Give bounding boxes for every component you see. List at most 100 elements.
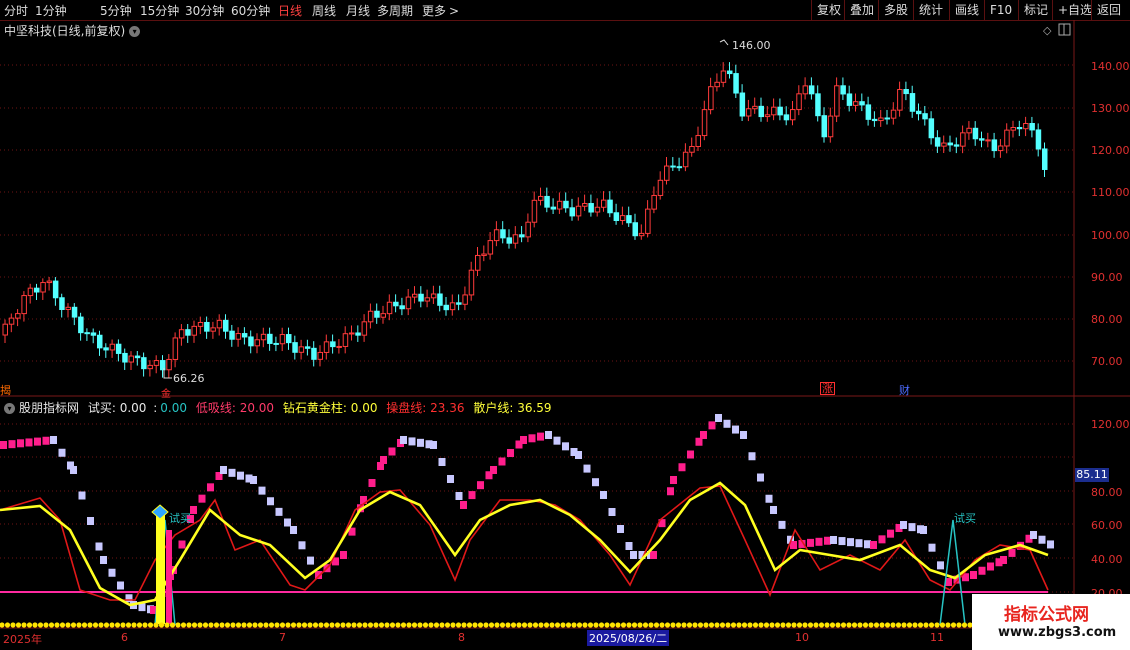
period-tab-5min[interactable]: 5分钟 [100,2,132,19]
period-tab-60min[interactable]: 60分钟 [231,2,270,19]
volume-dot [472,622,478,628]
volume-dot [208,622,214,628]
candlestick [985,139,991,142]
period-tab-1min[interactable]: 1分钟 [35,2,67,19]
trend-block [108,568,116,577]
event-marker-limit-up[interactable]: 涨 [820,382,835,395]
volume-dot [450,622,456,628]
trend-block [945,578,952,586]
event-marker-reveal[interactable]: 揭 [0,382,11,398]
trend-block [520,436,527,444]
period-tab-intraday[interactable]: 分时 [4,2,28,19]
candlestick [972,127,979,140]
volume-dot [125,622,132,628]
overlay-button[interactable]: 叠加 [844,0,879,20]
trend-block [715,414,722,422]
event-marker-gold[interactable]: 金 [161,385,171,400]
candlestick [695,135,701,148]
trend-block [340,551,347,559]
volume-dot [818,622,825,628]
volume-dot [510,622,517,628]
volume-dot [923,622,929,628]
volume-dot [906,622,913,628]
price-tick: 100.00 [1091,229,1130,242]
chevron-down-icon[interactable]: ▾ [129,26,141,37]
candlestick [412,293,418,298]
volume-dot [92,622,99,628]
trend-block [498,457,506,466]
candlestick [210,327,216,332]
trend-block [290,526,297,534]
statistics-button[interactable]: 统计 [913,0,948,20]
candlestick [90,332,97,336]
event-marker-finance[interactable]: 财 [899,382,910,398]
indicator-name[interactable]: 股朋指标网 [19,401,79,415]
trend-block [928,543,936,552]
candlestick [619,215,626,221]
trend-block [815,537,823,546]
volume-dot [373,622,379,628]
candlestick [834,85,840,117]
candlestick [1010,127,1016,131]
price-tick: 130.00 [1091,102,1130,115]
trend-block [1047,540,1054,549]
candlestick [374,310,380,318]
multi-stock-button[interactable]: 多股 [878,0,913,20]
period-tab-30min[interactable]: 30分钟 [185,2,224,19]
trend-block [937,561,944,570]
indicator-field-label: 钻石黄金柱: [282,401,351,415]
volume-dot [868,622,874,628]
watermark-url: www.zbgs3.com [998,625,1117,640]
trend-block [170,566,177,574]
candlestick [607,199,613,214]
volume-dot [411,622,418,628]
trend-block [315,571,322,579]
candlestick [393,301,399,307]
trend-block [438,458,446,466]
chart-canvas[interactable]: ◇ 146.00 66.26 [0,0,1130,650]
period-tab-daily[interactable]: 日线 [278,2,302,19]
period-tab-monthly[interactable]: 月线 [346,2,370,19]
volume-dot [169,622,176,628]
volume-dot [780,622,786,628]
trend-block [515,440,523,449]
volume-dot [791,622,797,628]
date-tick: 8 [458,631,465,644]
trend-block [1017,541,1024,550]
candlestick [682,151,689,168]
draw-line-button[interactable]: 画线 [949,0,984,20]
volume-dot [961,622,968,628]
mark-button[interactable]: 标记 [1018,0,1053,20]
candlestick [443,304,449,311]
f10-button[interactable]: F10 [984,0,1017,20]
candlestick [52,280,59,299]
back-button[interactable]: 返回 [1091,0,1126,20]
volume-dot [461,622,467,628]
candlestick [979,138,985,141]
candlestick [34,287,40,293]
trend-block [917,525,924,534]
restore-rights-button[interactable]: 复权 [811,0,846,20]
volume-dot [598,622,605,628]
candlestick [349,332,355,335]
trend-block [887,529,894,538]
indicator-field-value: 23.36 [430,401,465,415]
period-tab-multi[interactable]: 多周期 [377,2,413,19]
volume-dot [862,622,869,628]
stock-title-label: 中坚科技(日线,前复权) [4,24,126,38]
period-tab-more[interactable]: 更多 > [422,2,459,19]
candlestick [475,254,481,271]
chevron-down-icon[interactable]: ▾ [4,403,15,414]
period-tab-weekly[interactable]: 周线 [312,2,336,19]
candlestick [708,86,714,111]
trend-block [528,434,536,443]
volume-dot [279,622,286,628]
volume-dot [659,622,665,628]
volume-dot [455,622,462,628]
candlestick [916,110,922,115]
volume-dot [224,622,231,628]
volume-dot [637,622,643,628]
stock-title[interactable]: 中坚科技(日线,前复权) ▾ [4,22,141,39]
trend-block [400,436,407,444]
period-tab-15min[interactable]: 15分钟 [140,2,179,19]
